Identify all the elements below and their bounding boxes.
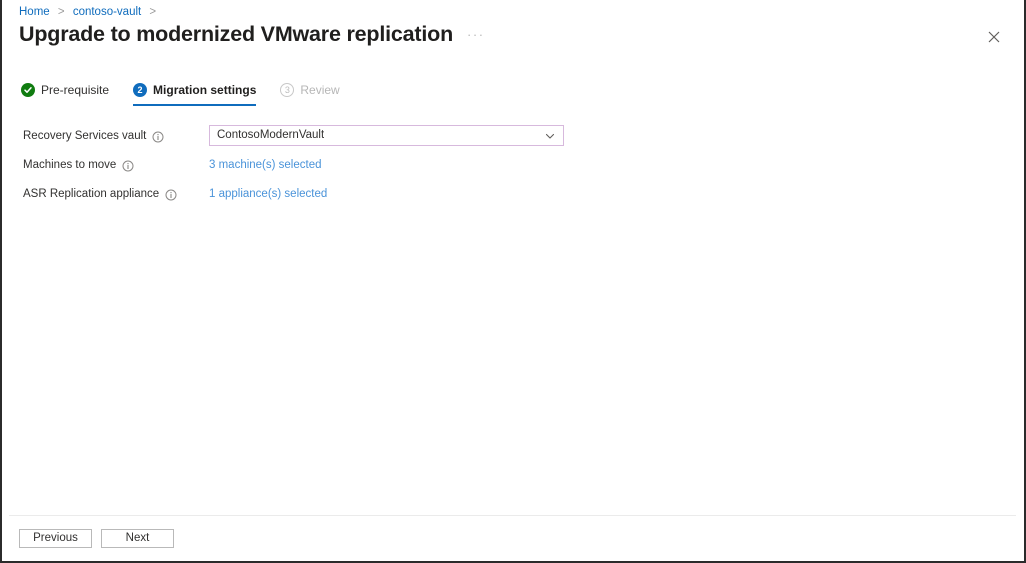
field-label-text: ASR Replication appliance: [23, 188, 160, 200]
breadcrumb-item-contoso-vault[interactable]: contoso-vault: [73, 6, 141, 18]
tab-pre-requisite[interactable]: Pre-requisite: [21, 82, 109, 106]
check-circle-icon: [21, 83, 35, 97]
field-machines-to-move: Machines to move 3 machine(s) selected: [23, 154, 1000, 183]
close-icon: [988, 31, 1000, 43]
page-title: Upgrade to modernized VMware replication: [19, 22, 454, 46]
info-icon[interactable]: [165, 189, 177, 201]
info-icon[interactable]: [152, 131, 164, 143]
migration-settings-form: Recovery Services vault ContosoModernVau…: [23, 125, 1000, 212]
asr-replication-appliance-link[interactable]: 1 appliance(s) selected: [209, 183, 327, 202]
wizard-tabs: Pre-requisite 2 Migration settings 3 Rev…: [21, 82, 364, 106]
breadcrumb-separator: >: [57, 6, 65, 18]
previous-button[interactable]: Previous: [19, 529, 92, 548]
breadcrumb-separator: >: [149, 6, 157, 18]
field-label: Recovery Services vault: [23, 125, 209, 144]
more-options-button[interactable]: ···: [467, 27, 485, 42]
tab-label-pre-requisite: Pre-requisite: [41, 83, 110, 97]
machines-to-move-link[interactable]: 3 machine(s) selected: [209, 154, 322, 173]
tab-label-migration-settings: Migration settings: [153, 83, 257, 97]
tab-migration-settings[interactable]: 2 Migration settings: [133, 82, 257, 106]
close-button[interactable]: [981, 24, 1007, 50]
tab-review[interactable]: 3 Review: [280, 82, 340, 106]
blade-frame: Home > contoso-vault > Upgrade to modern…: [0, 0, 1026, 563]
footer-actions: Previous Next: [19, 529, 183, 548]
field-label: ASR Replication appliance: [23, 183, 209, 202]
chevron-down-icon: [544, 130, 556, 142]
breadcrumb-item-home[interactable]: Home: [19, 6, 50, 18]
recovery-services-vault-value: ContosoModernVault: [217, 129, 325, 141]
recovery-services-vault-select[interactable]: ContosoModernVault: [209, 125, 564, 146]
field-control: ContosoModernVault: [209, 125, 1000, 146]
field-asr-replication-appliance: ASR Replication appliance 1 appliance(s)…: [23, 183, 1000, 212]
title-row: Upgrade to modernized VMware replication…: [19, 22, 485, 47]
step-number-badge: 3: [280, 83, 295, 97]
breadcrumb: Home > contoso-vault >: [19, 5, 161, 19]
field-control: 1 appliance(s) selected: [209, 183, 1000, 202]
step-number-badge: 2: [133, 83, 148, 97]
field-label-text: Recovery Services vault: [23, 130, 147, 142]
field-control: 3 machine(s) selected: [209, 154, 1000, 173]
field-label: Machines to move: [23, 154, 209, 173]
tab-label-review: Review: [300, 83, 340, 97]
field-recovery-services-vault: Recovery Services vault ContosoModernVau…: [23, 125, 1000, 154]
blade-content: Home > contoso-vault > Upgrade to modern…: [5, 0, 1020, 558]
info-icon[interactable]: [122, 160, 134, 172]
field-label-text: Machines to move: [23, 159, 117, 171]
footer-divider: [9, 515, 1016, 516]
next-button[interactable]: Next: [101, 529, 174, 548]
